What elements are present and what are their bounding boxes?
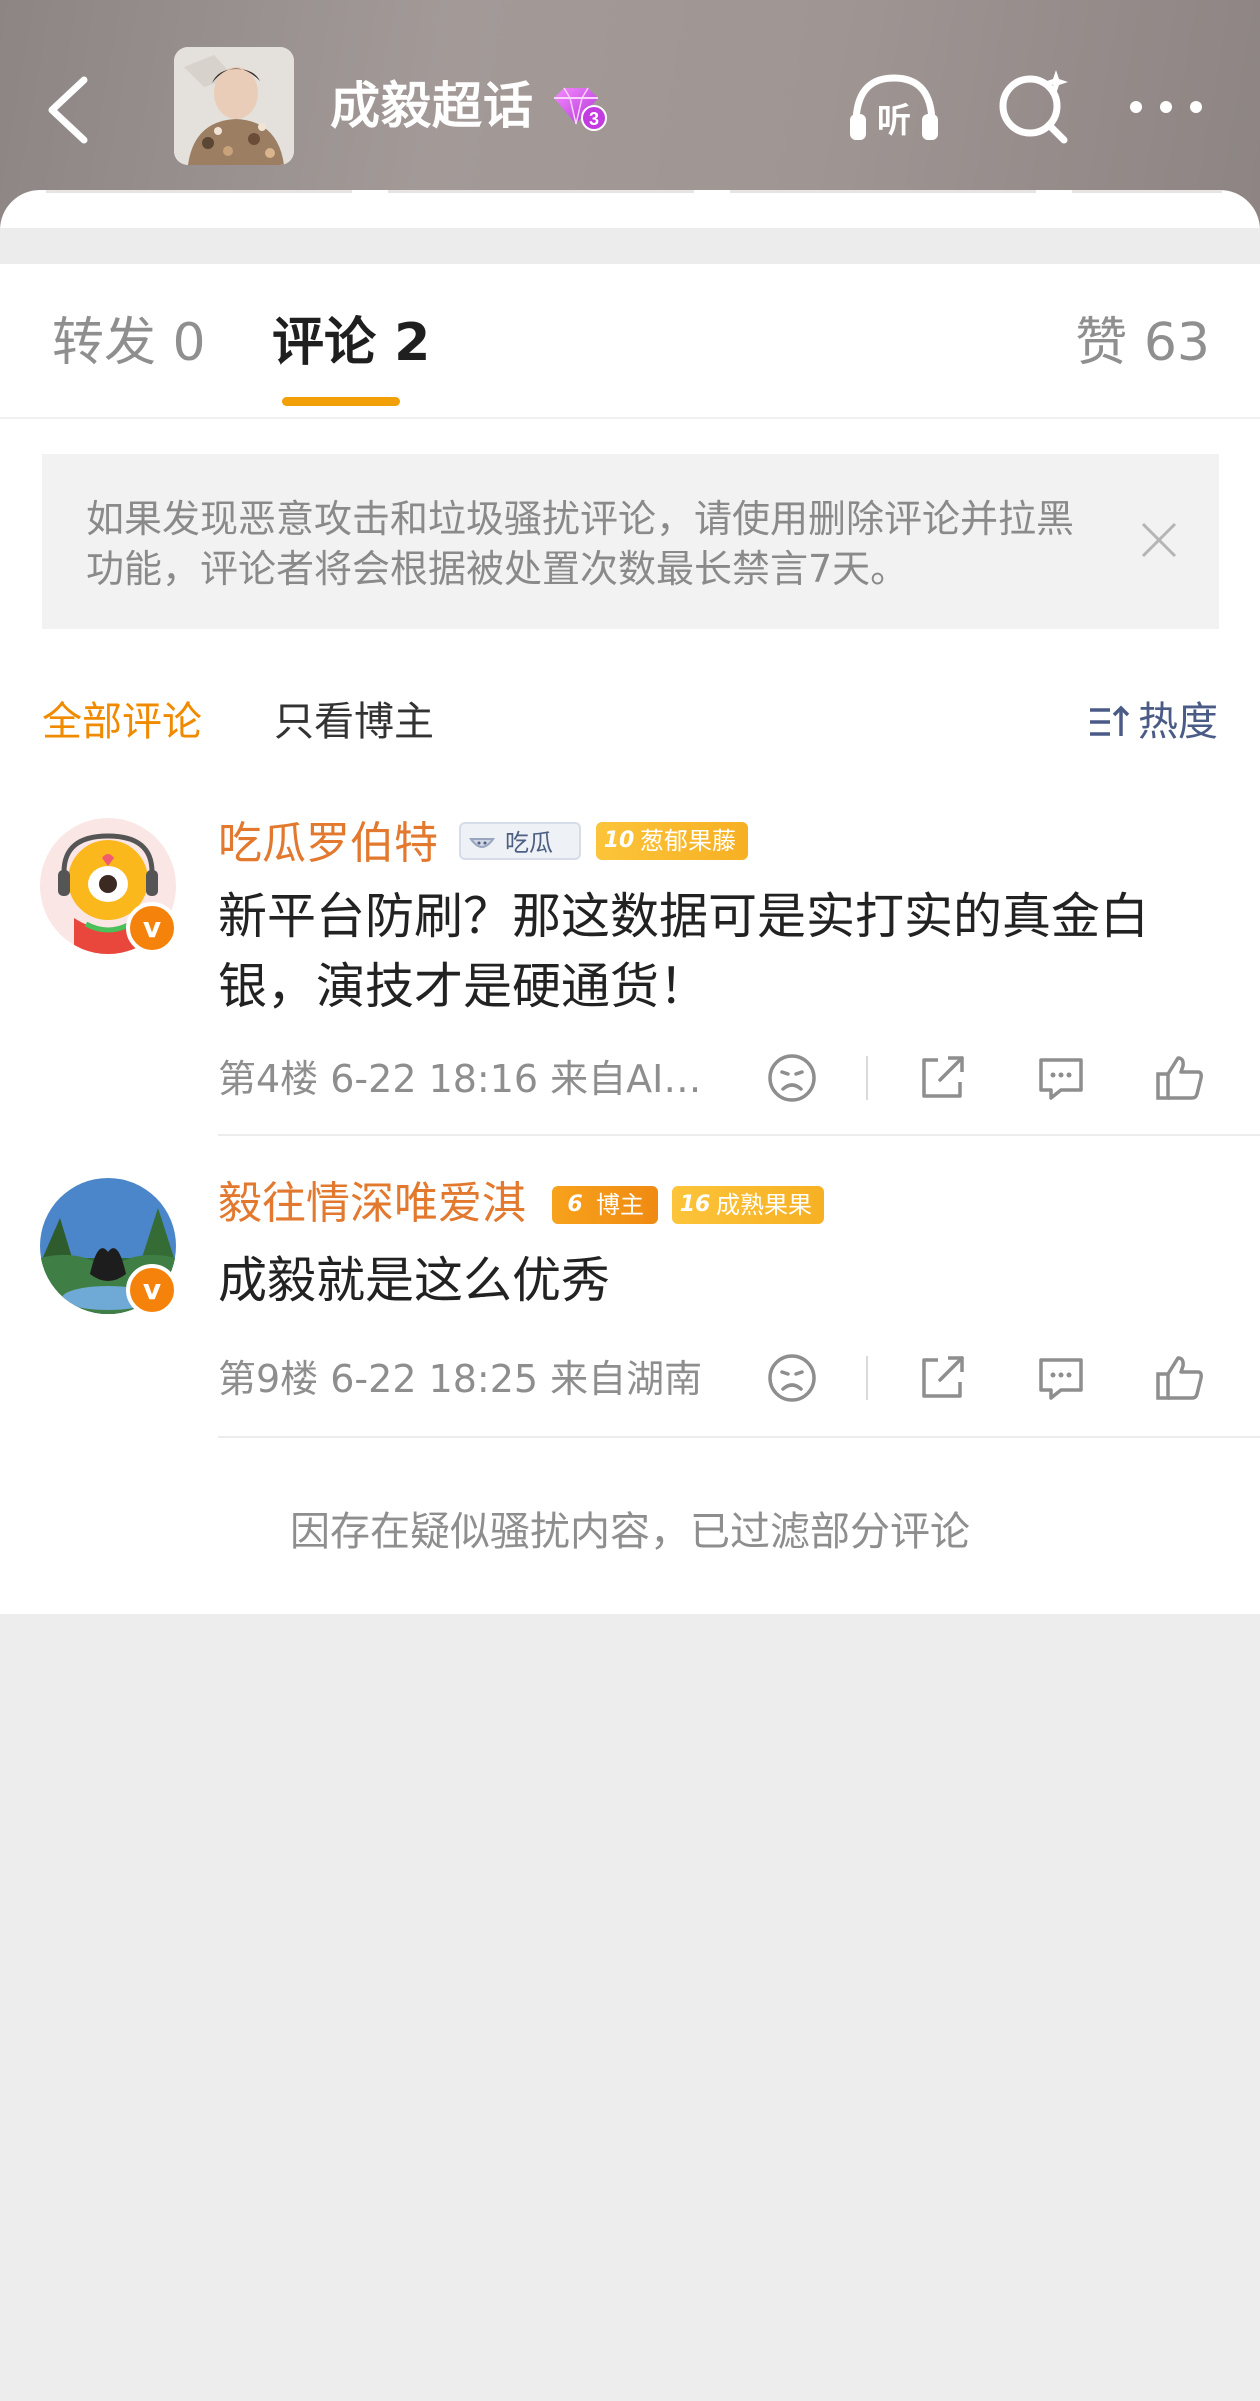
action-separator xyxy=(866,1056,868,1100)
like-button[interactable] xyxy=(1152,1350,1208,1406)
notice-text: 如果发现恶意攻击和垃圾骚扰评论，请使用删除评论并拉黑功能，评论者将会根据被处置次… xyxy=(86,497,1075,591)
blogger-role-tag: 6 博主 xyxy=(552,1186,658,1224)
fan-level-title: 葱郁果藤 xyxy=(640,827,736,855)
sort-by-heat-button[interactable]: 热度 xyxy=(1088,694,1218,750)
melon-tag: 吃瓜 xyxy=(459,822,581,860)
search-button[interactable] xyxy=(994,66,1074,146)
sort-icon xyxy=(1090,705,1130,736)
back-button[interactable] xyxy=(40,70,100,150)
card-top-edge xyxy=(0,190,1260,230)
card-divider xyxy=(46,190,352,193)
fan-level-tag: 10 葱郁果藤 xyxy=(596,822,748,860)
card-divider xyxy=(388,190,694,193)
comment-username[interactable]: 吃瓜罗伯特 xyxy=(218,816,438,872)
filtered-comments-note: 因存在疑似骚扰内容，已过滤部分评论 xyxy=(290,1509,970,1555)
frown-face-icon xyxy=(768,1354,816,1402)
dislike-button[interactable] xyxy=(764,1350,820,1406)
role-level-number: 6 xyxy=(567,1192,583,1217)
reply-button[interactable] xyxy=(1033,1350,1089,1406)
close-icon xyxy=(1141,522,1177,558)
comment-icon xyxy=(1039,1358,1083,1400)
like-button[interactable] xyxy=(1152,1050,1208,1106)
headphone-icon: 听 xyxy=(850,74,938,141)
share-icon xyxy=(922,1056,964,1098)
share-icon xyxy=(922,1356,964,1398)
page-title: 成毅超话 xyxy=(330,77,534,135)
comment-text: 新平台防刷？那这数据可是实打实的真金白银，演技才是硬通货！ xyxy=(218,888,1150,1015)
role-title: 博主 xyxy=(596,1191,644,1219)
dislike-button[interactable] xyxy=(764,1050,820,1106)
level-number: 3 xyxy=(589,109,599,129)
tab-like[interactable]: 赞 63 xyxy=(1075,313,1210,373)
fan-level-tag: 16 成熟果果 xyxy=(672,1186,824,1224)
gem-icon: 3 xyxy=(554,87,607,131)
tab-comment[interactable]: 评论 2 xyxy=(272,313,430,373)
fan-level-number: 10 xyxy=(603,828,635,853)
supertopic-level-badge: 3 xyxy=(550,84,610,134)
verified-badge: v xyxy=(126,1264,178,1316)
fan-level-number: 16 xyxy=(679,1192,711,1217)
moderation-notice: 如果发现恶意攻击和垃圾骚扰评论，请使用删除评论并拉黑功能，评论者将会根据被处置次… xyxy=(42,454,1219,629)
tabs-divider xyxy=(0,417,1260,419)
person-photo xyxy=(174,47,294,165)
verified-badge: v xyxy=(126,902,178,954)
action-separator xyxy=(866,1356,868,1400)
melon-tag-label: 吃瓜 xyxy=(505,829,553,857)
active-tab-indicator xyxy=(282,397,400,406)
notice-close-button[interactable] xyxy=(1137,518,1181,562)
more-button[interactable] xyxy=(1124,82,1208,132)
frown-face-icon xyxy=(768,1054,816,1102)
comment-divider xyxy=(218,1134,1260,1136)
card-divider xyxy=(1072,190,1222,193)
share-button[interactable] xyxy=(914,1050,970,1106)
fan-level-title: 成熟果果 xyxy=(716,1191,812,1219)
comment-divider xyxy=(218,1436,1260,1438)
listen-label: 听 xyxy=(877,101,911,141)
tab-repost[interactable]: 转发 0 xyxy=(52,313,206,373)
comment-text: 成毅就是这么优秀 xyxy=(218,1252,611,1309)
comment-meta: 第9楼 6-22 18:25 来自湖南 xyxy=(218,1357,703,1401)
comment-icon xyxy=(1039,1058,1083,1100)
listen-button[interactable]: 听 xyxy=(846,66,942,146)
search-sparkle-icon xyxy=(999,70,1068,144)
supertopic-avatar[interactable] xyxy=(174,47,294,165)
comment-meta: 第4楼 6-22 18:16 来自AI… xyxy=(218,1057,702,1101)
comment-username[interactable]: 毅往情深唯爱淇 xyxy=(218,1176,526,1232)
sort-label: 热度 xyxy=(1138,699,1218,745)
share-button[interactable] xyxy=(914,1350,970,1406)
card-divider xyxy=(730,190,1036,193)
chevron-left-icon xyxy=(48,76,88,144)
thumbs-up-icon xyxy=(1156,1056,1203,1100)
filter-all-comments[interactable]: 全部评论 xyxy=(42,694,202,750)
section-gap xyxy=(0,228,1260,264)
watermelon-icon xyxy=(469,838,495,848)
filter-blogger-only[interactable]: 只看博主 xyxy=(274,694,434,750)
thumbs-up-icon xyxy=(1156,1356,1203,1400)
reply-button[interactable] xyxy=(1033,1050,1089,1106)
more-dots-icon xyxy=(1130,101,1202,113)
